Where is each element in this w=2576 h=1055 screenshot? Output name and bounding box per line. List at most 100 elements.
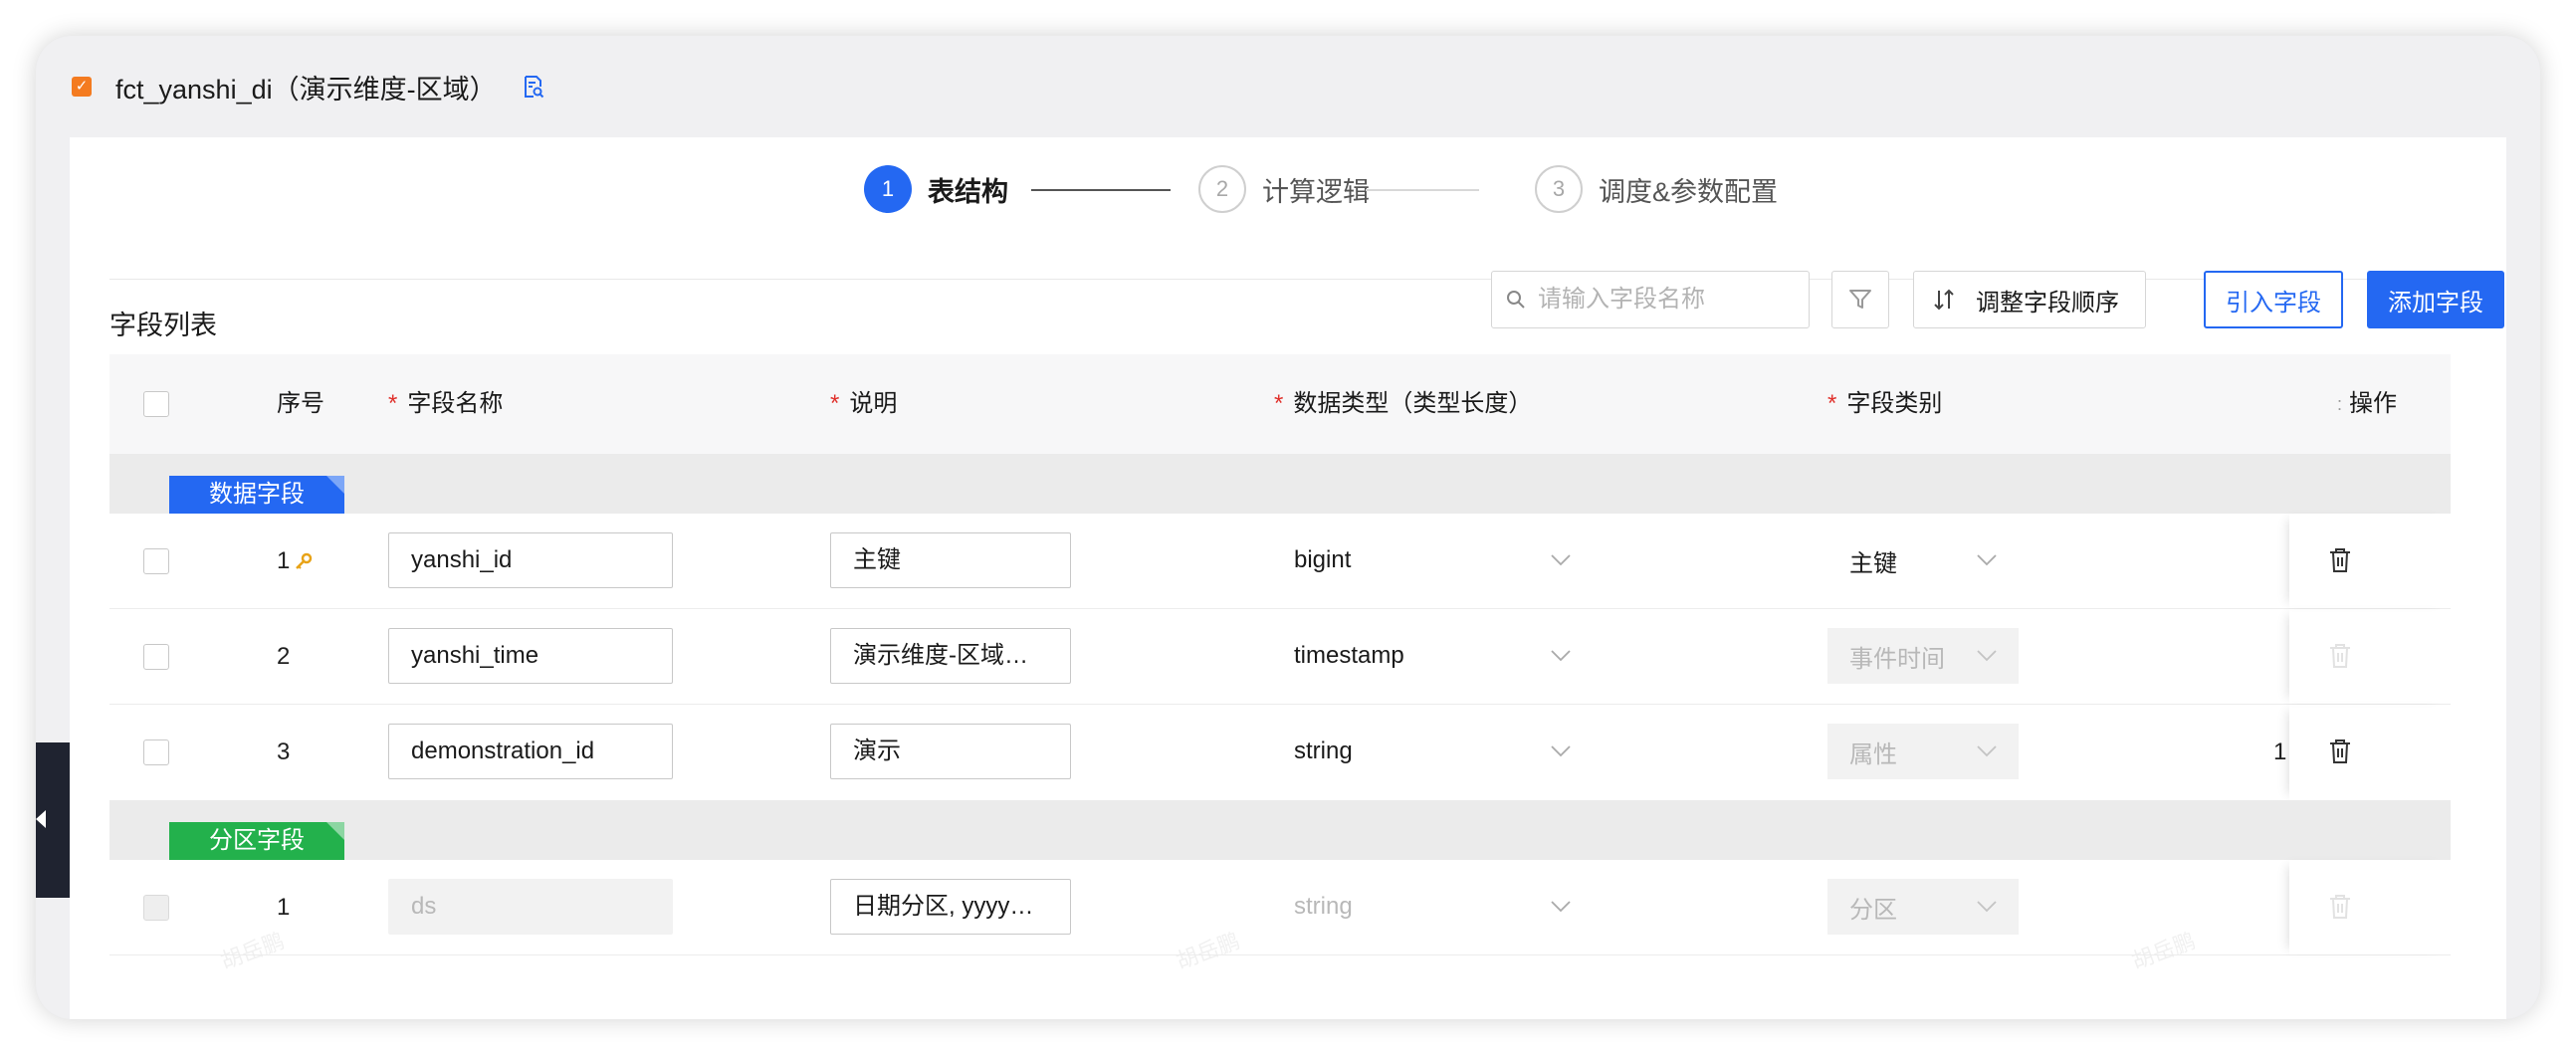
table-checked-icon[interactable]: ✓ (72, 77, 92, 97)
header-ops: 操作 (2349, 390, 2397, 417)
data-type-select[interactable]: string (1294, 724, 1593, 779)
group-tag-label: 分区字段 (209, 827, 305, 854)
ops-column (2289, 860, 2451, 954)
step-connector (1031, 189, 1171, 191)
row-checkbox[interactable] (143, 644, 169, 670)
import-fields-button[interactable]: 引入字段 (2204, 271, 2343, 328)
row-checkbox (143, 895, 169, 921)
delete-icon (2330, 895, 2350, 919)
collapse-arrow-icon (36, 810, 46, 828)
category-select[interactable]: 主键 (1827, 532, 2019, 588)
row-index: 1 (277, 514, 314, 609)
tag-fold (326, 476, 344, 494)
category-value: 主键 (1849, 549, 1897, 577)
title-bar: ✓ fct_yanshi_di（演示维度-区域） (36, 36, 2540, 137)
step-calc-logic[interactable]: 2 计算逻辑 (1198, 165, 1370, 213)
header-type-label: 数据类型（类型长度） (1293, 390, 1533, 417)
category-select: 分区 (1827, 879, 2019, 935)
row-checkbox[interactable] (143, 739, 169, 765)
search-icon (1507, 291, 1525, 309)
ops-column (2289, 609, 2451, 704)
field-desc-input[interactable]: 主键 (830, 532, 1071, 588)
step-number: 3 (1535, 165, 1583, 213)
delete-icon (2330, 644, 2350, 668)
chevron-down-icon (1551, 745, 1571, 757)
chevron-down-icon (1551, 650, 1571, 662)
ops-column (2289, 514, 2451, 608)
column-resize-handle[interactable]: : (2337, 354, 2342, 454)
group-row-partition-fields: 分区字段 (109, 800, 2451, 860)
chevron-down-icon (1977, 650, 1997, 662)
step-label: 表结构 (928, 176, 1008, 207)
group-tag: 数据字段 (169, 476, 344, 514)
field-name-input: ds (388, 879, 673, 935)
category-select: 事件时间 (1827, 628, 2019, 684)
document-search-icon[interactable] (523, 75, 544, 99)
table-row: 1 ds 日期分区, yyyy… string 分区 (109, 860, 2451, 955)
row-checkbox[interactable] (143, 548, 169, 574)
category-select: 属性 (1827, 724, 2019, 779)
data-type-value: bigint (1294, 546, 1352, 573)
data-type-value: timestamp (1294, 642, 1404, 669)
chevron-down-icon (1977, 901, 1997, 913)
window-title: fct_yanshi_di（演示维度-区域） (115, 74, 497, 105)
sort-icon (1934, 289, 1954, 311)
table-row: 2 yanshi_time 演示维度-区域… timestamp 事件时间 (109, 609, 2451, 705)
category-value: 属性 (1849, 740, 1897, 768)
step-schedule-config[interactable]: 3 调度&参数配置 (1535, 165, 1778, 213)
header-name: * 字段名称 (388, 390, 504, 417)
field-search[interactable] (1491, 271, 1810, 328)
app-window: ✓ fct_yanshi_di（演示维度-区域） 胡岳鹏 胡岳鹏 胡岳鹏 胡岳鹏… (36, 36, 2540, 1019)
chevron-down-icon (1551, 901, 1571, 913)
header-name-label: 字段名称 (407, 390, 504, 417)
tag-fold (326, 822, 344, 840)
group-tag: 分区字段 (169, 822, 344, 860)
header-index: 序号 (277, 390, 324, 417)
header-type: * 数据类型（类型长度） (1274, 390, 1533, 417)
select-all-checkbox[interactable] (143, 391, 169, 417)
field-name-input[interactable]: demonstration_id (388, 724, 673, 779)
data-type-select[interactable]: timestamp (1294, 628, 1593, 684)
filter-button[interactable] (1831, 271, 1889, 328)
data-type-select[interactable]: bigint (1294, 532, 1593, 588)
category-value: 分区 (1849, 896, 1897, 924)
table-header: 序号 * 字段名称 * 说明 * 数据类型（类型长度） * 字段类别 : 操作 (109, 354, 2451, 454)
row-index: 2 (277, 643, 291, 670)
row-index: 1 (277, 894, 291, 921)
step-table-structure[interactable]: 1 表结构 (864, 165, 1008, 213)
table-row: 1 yanshi_id 主键 bigint 主键 (109, 514, 2451, 609)
delete-icon[interactable] (2328, 547, 2352, 573)
row-index: 3 (277, 738, 291, 765)
header-category-label: 字段类别 (1846, 390, 1943, 417)
chevron-down-icon (1977, 745, 1997, 757)
search-input[interactable] (1538, 286, 1797, 314)
row-index-value: 1 (277, 547, 291, 574)
field-desc-input[interactable]: 演示维度-区域… (830, 628, 1071, 684)
delete-icon[interactable] (2328, 738, 2352, 764)
step-connector (1366, 189, 1479, 191)
field-name-input[interactable]: yanshi_id (388, 532, 673, 588)
field-desc-input[interactable]: 日期分区, yyyy… (830, 879, 1071, 935)
group-tag-label: 数据字段 (209, 481, 305, 508)
step-number: 2 (1198, 165, 1246, 213)
filter-icon (1849, 290, 1871, 309)
reorder-fields-button[interactable]: 调整字段顺序 (1913, 271, 2146, 328)
fields-table: 序号 * 字段名称 * 说明 * 数据类型（类型长度） * 字段类别 : 操作 数据字段… (109, 354, 2451, 955)
step-number: 1 (864, 165, 912, 213)
table-row: 3 demonstration_id 演示 string 属性 1 (109, 705, 2451, 800)
row-extra-value: 1 (2273, 738, 2287, 765)
group-row-data-fields: 数据字段 (109, 454, 2451, 514)
chevron-down-icon (1977, 554, 1997, 566)
header-desc: * 说明 (830, 390, 898, 417)
add-field-button[interactable]: 添加字段 (2367, 271, 2504, 328)
step-label: 计算逻辑 (1262, 176, 1370, 207)
step-indicator: 1 表结构 2 计算逻辑 3 调度&参数配置 (70, 165, 2506, 219)
ops-column (2289, 705, 2451, 800)
primary-key-icon (296, 552, 313, 569)
header-category: * 字段类别 (1827, 390, 1943, 417)
header-desc-label: 说明 (849, 390, 898, 417)
category-value: 事件时间 (1849, 645, 1945, 673)
field-desc-input[interactable]: 演示 (830, 724, 1071, 779)
field-name-input[interactable]: yanshi_time (388, 628, 673, 684)
data-type-value: string (1294, 738, 1353, 764)
